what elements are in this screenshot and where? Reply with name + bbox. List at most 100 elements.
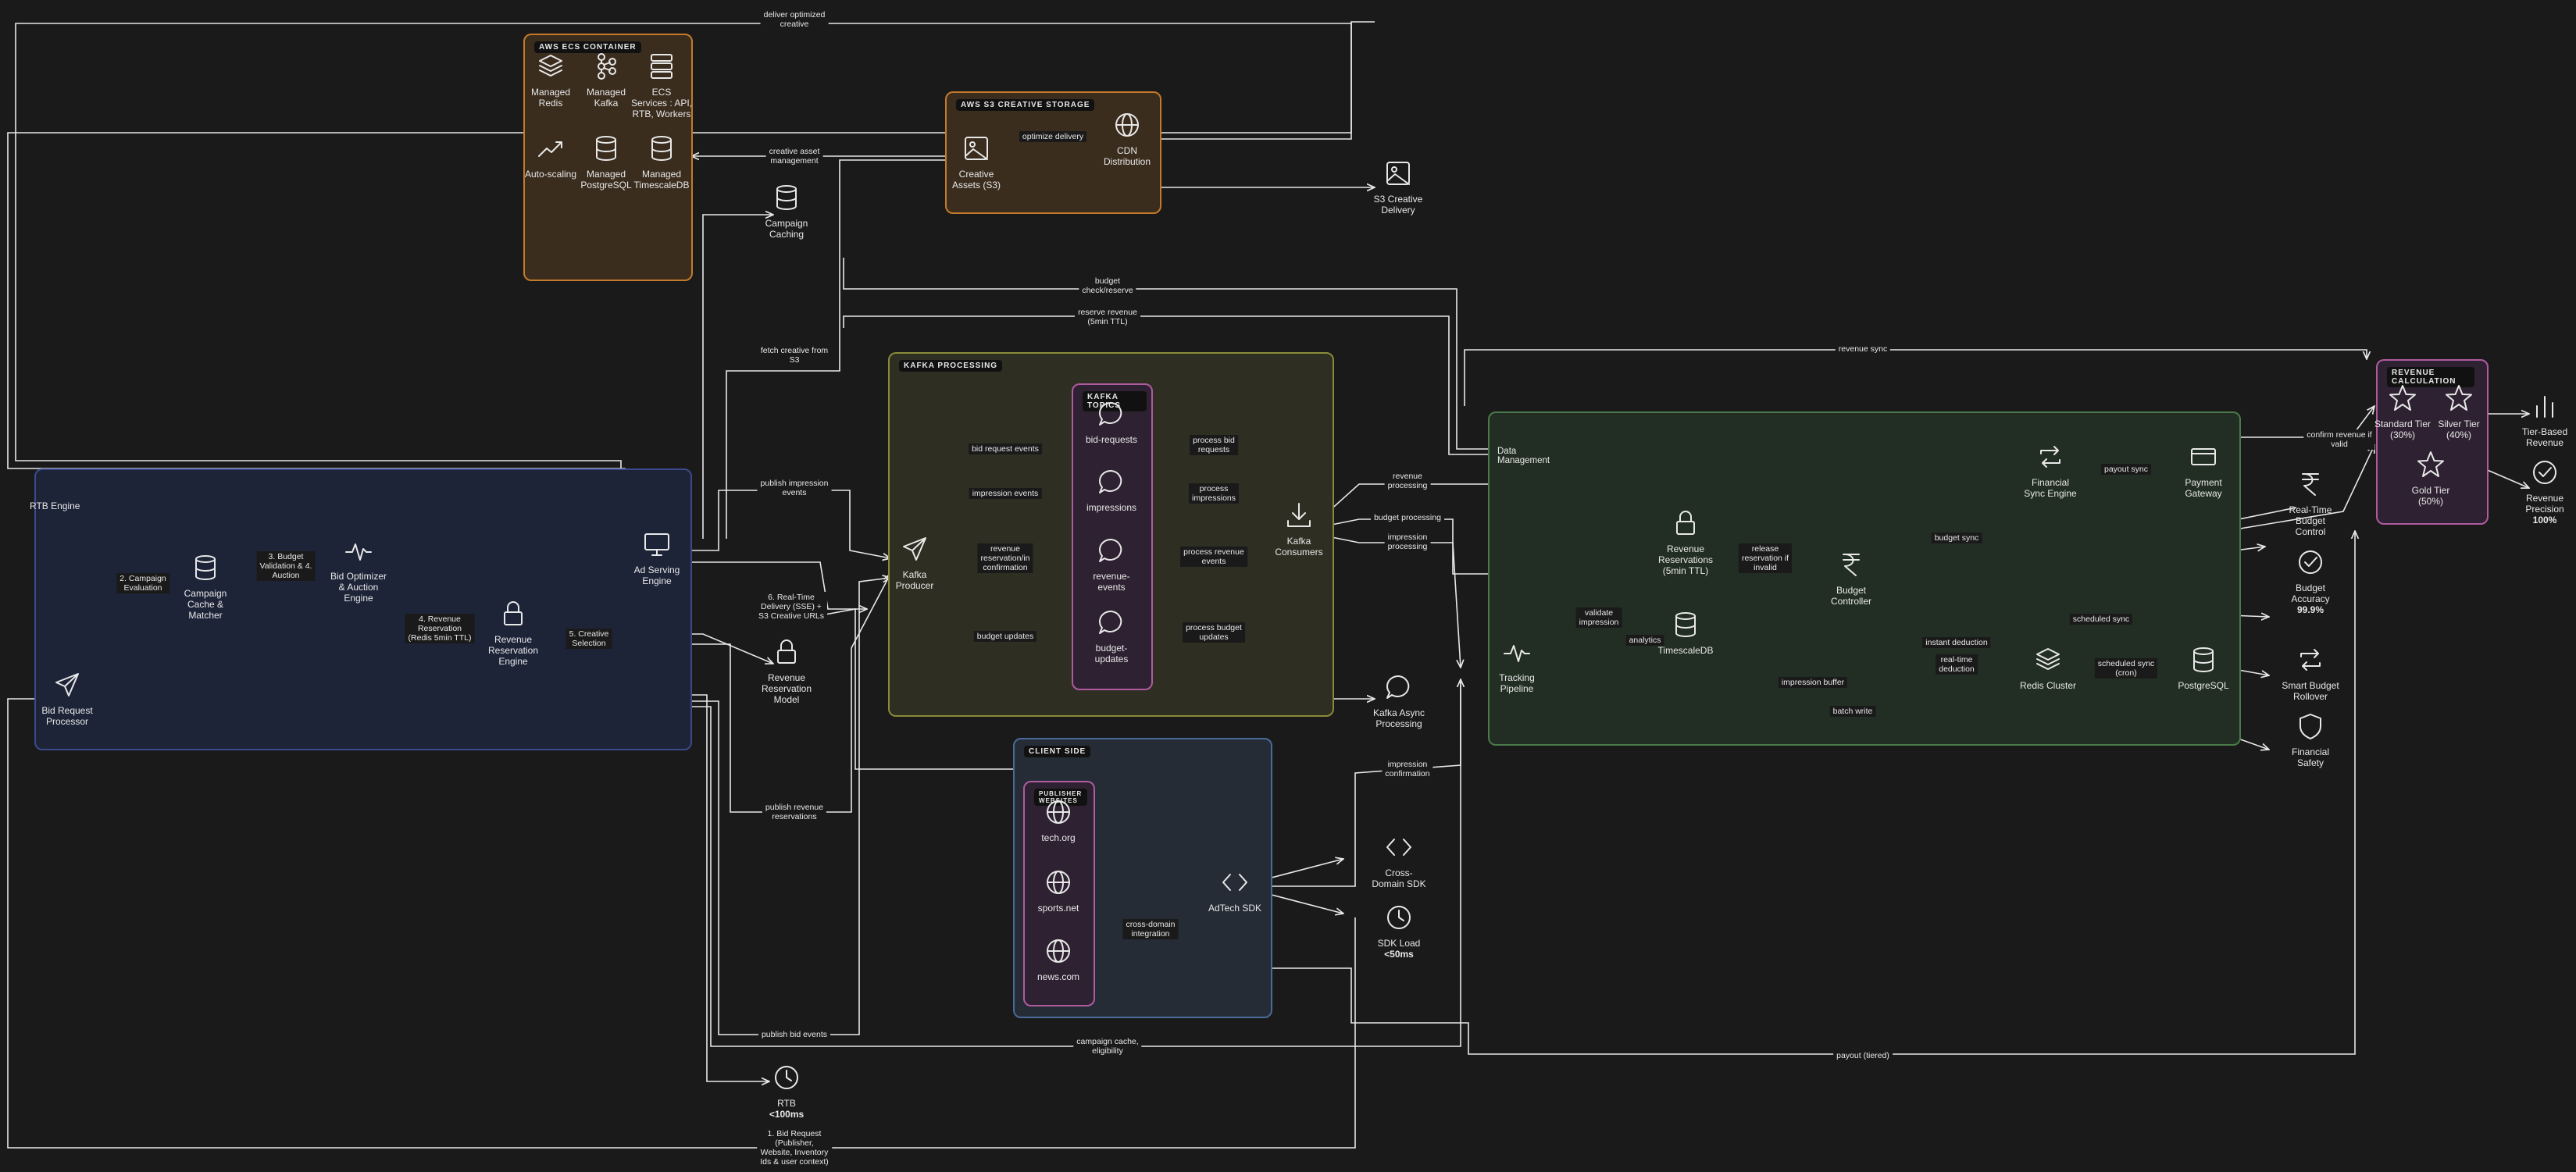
chat-icon: [1099, 538, 1122, 562]
edge-label: budget updates: [973, 631, 1037, 642]
node-label: Revenue Reservations (5min TTL): [1657, 543, 1714, 576]
node-label: Campaign Cache & Matcher: [184, 588, 227, 621]
node-label: budget-updates: [1094, 643, 1129, 664]
s3-storage-title: AWS S3 CREATIVE STORAGE: [956, 99, 1095, 111]
node-label: TimescaleDB: [1657, 645, 1714, 656]
pulse-icon: [1504, 645, 1530, 662]
adtech-sdk-node: AdTech SDK: [1192, 867, 1278, 914]
clock-icon: [775, 1066, 798, 1089]
topic-bid-node: bid-requests: [1069, 398, 1154, 445]
node-label: sports.net: [1037, 903, 1079, 914]
topic-imp-node: impressions: [1069, 466, 1154, 513]
edge-label: scheduled sync: [2069, 614, 2133, 625]
rupee-icon: [2302, 473, 2319, 496]
chat-icon: [1099, 401, 1122, 426]
repeat-icon: [2300, 649, 2321, 671]
node-label: PostgreSQL: [2178, 680, 2229, 691]
edge-label: batch write: [1829, 706, 1876, 717]
edge-label: confirm revenue if valid: [2303, 429, 2375, 450]
rtb-engine-group: [34, 468, 692, 750]
star-icon: [2446, 385, 2472, 411]
node-label: Kafka Consumers: [1275, 536, 1323, 558]
revenue-model-node: Revenue Reservation Model: [744, 636, 830, 705]
image-icon: [965, 137, 988, 160]
kafka-consumers-node: Kafka Consumers: [1256, 500, 1342, 558]
creative-assets-node: Creative Assets (S3): [933, 133, 1019, 191]
send-icon: [55, 673, 79, 696]
edge-label: publish bid events: [758, 1029, 831, 1040]
star-icon: [2417, 451, 2444, 477]
node-label: Revenue Reservation Model: [761, 672, 812, 705]
lock-icon: [777, 639, 796, 664]
node-label: Gold Tier (50%): [2411, 485, 2450, 507]
code-icon: [1222, 874, 1247, 891]
fin-sync-node: Financial Sync Engine: [2007, 441, 2093, 499]
chat-icon: [1099, 610, 1122, 634]
layers-icon: [2036, 648, 2060, 670]
edge-label: 2. Campaign Evaluation: [116, 573, 169, 593]
node-label: RTB: [777, 1098, 796, 1109]
edge-label: campaign cache, eligibility: [1073, 1036, 1142, 1056]
chat-icon: [1099, 469, 1122, 493]
rev-precision-node: Revenue Precision 100%: [2502, 457, 2576, 525]
monitor-icon: [644, 533, 669, 556]
rupee-icon: [1843, 554, 1860, 576]
edge-label: revenue reservation/in confirmation: [977, 543, 1033, 573]
edge-label: revenue sync: [1835, 344, 1891, 354]
node-label: news.com: [1036, 971, 1080, 982]
node-label: Bid Optimizer & Auction Engine: [330, 571, 387, 604]
edge-label: 5. Creative Selection: [566, 629, 612, 649]
node-label: Payment Gateway: [2185, 477, 2222, 499]
database-icon: [2193, 647, 2214, 672]
edge-label: process revenue events: [1180, 547, 1247, 567]
edge-label: cross-domain integration: [1122, 919, 1179, 939]
edge-label: payout (tiered): [1833, 1050, 1893, 1061]
edge-label: budget check/reserve: [1079, 276, 1136, 296]
edge-label: process budget updates: [1183, 622, 1245, 643]
edge-label: scheduled sync (cron): [2094, 658, 2158, 679]
card-icon: [2191, 448, 2216, 465]
edge-label: release reservation if invalid: [1738, 543, 1793, 573]
edge-label: 1. Bid Request (Publisher, Website, Invent…: [757, 1128, 832, 1167]
download-icon: [1287, 503, 1311, 527]
node-label: Budget Controller: [1830, 585, 1872, 607]
edge-label: instant deduction: [1922, 637, 1991, 648]
shield-icon: [2299, 714, 2321, 739]
node-label: Cross- Domain SDK: [1372, 867, 1426, 889]
cdn-node: CDN Distribution: [1084, 109, 1170, 167]
star-icon: [2389, 385, 2416, 411]
tech-org-node: tech.org: [1015, 796, 1101, 843]
bars-icon: [2536, 396, 2553, 418]
node-label: CDN Distribution: [1103, 145, 1151, 167]
clock-icon: [1387, 906, 1411, 929]
tier-revenue-node: Tier-Based Revenue: [2502, 390, 2576, 448]
node-label: Budget Accuracy: [2291, 582, 2330, 604]
pulse-icon: [345, 543, 372, 561]
node-label: Kafka Async Processing: [1372, 707, 1425, 729]
tracking-node: Tracking Pipeline: [1474, 636, 1560, 694]
rtb-engine-title: RTB Engine: [30, 501, 80, 511]
check-icon: [2299, 550, 2322, 574]
node-label: Tracking Pipeline: [1499, 672, 1535, 694]
client-side-title: CLIENT SIDE: [1024, 746, 1091, 757]
lock-icon: [504, 601, 523, 625]
edge-label: revenue processing: [1384, 471, 1431, 491]
globe-icon: [1047, 939, 1070, 963]
node-metric: <50ms: [1384, 949, 1414, 960]
node-label: AdTech SDK: [1208, 903, 1262, 914]
code-icon: [1386, 839, 1411, 856]
globe-icon: [1115, 113, 1139, 137]
edge-label: 6. Real-Time Delivery (SSE) + S3 Creative …: [755, 592, 828, 622]
globe-icon: [1047, 800, 1070, 824]
ecs-services-node: ECS Services : API, RTB, Workers: [619, 51, 705, 119]
node-label: Bid Request Processor: [41, 705, 93, 727]
topic-rev-node: revenue-events: [1069, 535, 1154, 593]
smart-rollover-node: Smart Budget Rollover: [2267, 644, 2353, 702]
send-icon: [903, 537, 926, 561]
kafka-icon: [598, 53, 616, 80]
edge-label: impression buffer: [1778, 677, 1848, 688]
s3-delivery-node: S3 Creative Delivery: [1355, 158, 1441, 216]
chat-icon: [1386, 675, 1410, 699]
node-label: Redis Cluster: [2019, 680, 2077, 691]
sports-net-node: sports.net: [1015, 867, 1101, 914]
